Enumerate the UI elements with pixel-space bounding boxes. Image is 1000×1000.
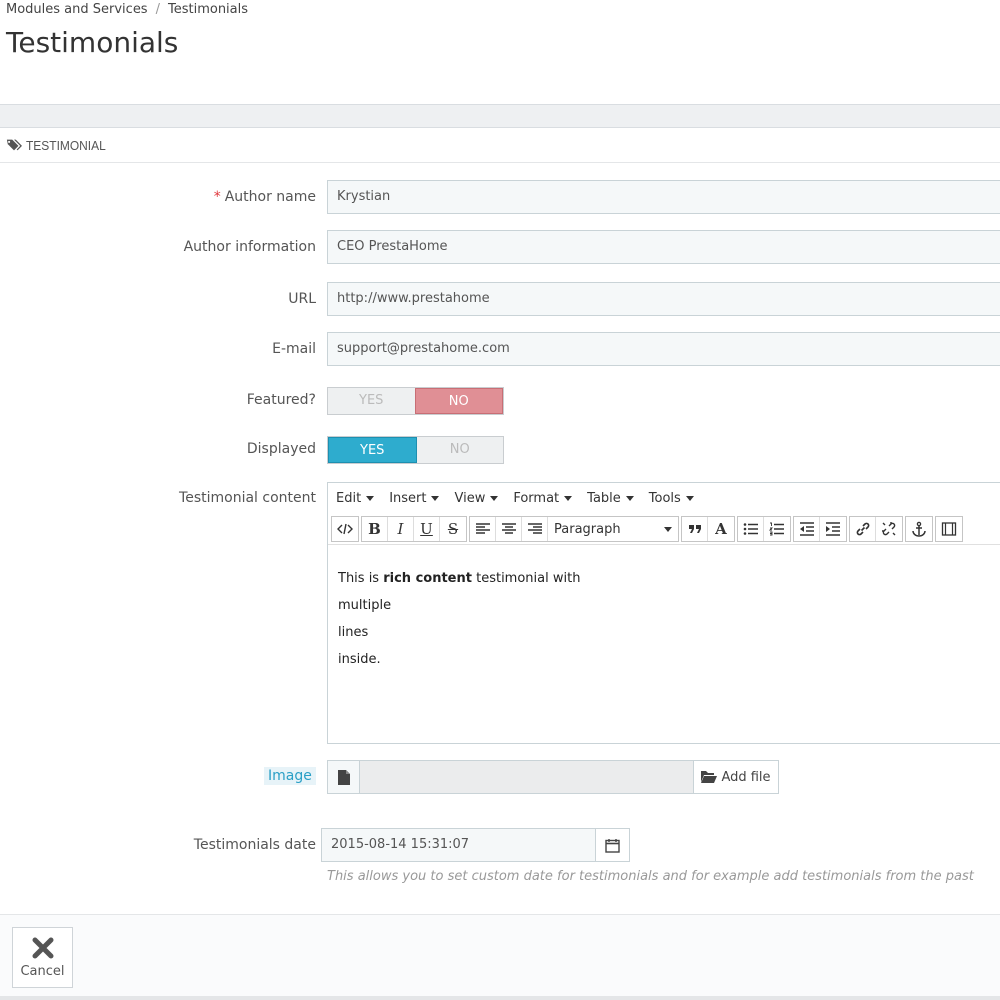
displayed-switch[interactable]: YES NO xyxy=(327,436,504,464)
underline-icon[interactable]: U xyxy=(414,517,440,541)
unlink-icon[interactable] xyxy=(876,517,902,541)
displayed-no-option[interactable]: NO xyxy=(417,437,504,463)
blockquote-icon[interactable] xyxy=(682,517,708,541)
image-file-input: Add file xyxy=(327,760,779,794)
featured-label: Featured? xyxy=(246,392,316,408)
caret-down-icon xyxy=(564,496,573,501)
panel-heading: TESTIMONIAL xyxy=(0,128,1000,163)
caret-down-icon xyxy=(490,496,499,501)
author-name-label: * Author name xyxy=(213,189,316,205)
featured-no-option[interactable]: NO xyxy=(414,388,503,414)
image-label: Image xyxy=(264,767,316,785)
caret-down-icon xyxy=(664,526,672,532)
close-icon xyxy=(32,937,53,959)
caret-down-icon xyxy=(625,496,634,501)
text-color-icon[interactable]: A xyxy=(708,517,734,541)
featured-switch[interactable]: YES NO xyxy=(327,387,504,415)
toolbar-band xyxy=(0,104,1000,128)
file-name-field[interactable] xyxy=(360,760,693,794)
breadcrumb-separator: / xyxy=(155,2,160,17)
media-icon[interactable] xyxy=(936,517,962,541)
breadcrumb-current[interactable]: Testimonials xyxy=(168,2,248,17)
footer-bar xyxy=(0,996,1000,1000)
displayed-label: Displayed xyxy=(246,441,316,457)
editor-menubar: Edit Insert View Format Table Tools xyxy=(328,483,1000,514)
menu-view[interactable]: View xyxy=(454,491,499,506)
editor-content[interactable]: This is rich content testimonial with mu… xyxy=(328,545,1000,693)
content-label: Testimonial content xyxy=(179,490,316,506)
file-icon-box xyxy=(327,760,360,794)
menu-format[interactable]: Format xyxy=(513,491,573,506)
italic-icon[interactable]: I xyxy=(388,517,414,541)
date-label: Testimonials date xyxy=(193,837,316,853)
indent-icon[interactable] xyxy=(820,517,846,541)
menu-edit[interactable]: Edit xyxy=(336,491,375,506)
email-input[interactable]: support@prestahome.com xyxy=(327,332,1000,366)
calendar-icon xyxy=(605,838,620,853)
content-line: inside. xyxy=(338,652,381,667)
menu-tools[interactable]: Tools xyxy=(649,491,694,506)
file-icon xyxy=(337,769,350,785)
link-icon[interactable] xyxy=(850,517,876,541)
featured-yes-option[interactable]: YES xyxy=(328,388,415,414)
rich-text-editor: Edit Insert View Format Table Tools B I … xyxy=(327,482,1000,744)
editor-toolbar: B I U S Paragraph A xyxy=(328,514,1000,545)
menu-insert[interactable]: Insert xyxy=(389,491,440,506)
bold-text: rich content xyxy=(383,571,472,586)
content-line: This is rich content testimonial with xyxy=(338,571,581,586)
content-line: lines xyxy=(338,625,369,640)
outdent-icon[interactable] xyxy=(794,517,820,541)
anchor-icon[interactable] xyxy=(906,517,932,541)
date-input-group: 2015-08-14 15:31:07 xyxy=(321,828,630,862)
bold-icon[interactable]: B xyxy=(362,517,388,541)
add-file-button[interactable]: Add file xyxy=(693,760,779,794)
numbered-list-icon[interactable] xyxy=(764,517,790,541)
content-line: multiple xyxy=(338,598,392,613)
align-right-icon[interactable] xyxy=(522,517,548,541)
align-left-icon[interactable] xyxy=(470,517,496,541)
folder-open-icon xyxy=(701,771,718,783)
author-info-input[interactable]: CEO PrestaHome xyxy=(327,230,1000,264)
panel-title: TESTIMONIAL xyxy=(26,137,106,153)
author-name-input[interactable]: Krystian xyxy=(327,180,1000,214)
page-title: Testimonials xyxy=(6,26,179,59)
date-input[interactable]: 2015-08-14 15:31:07 xyxy=(321,828,596,862)
source-code-icon[interactable] xyxy=(332,517,358,541)
required-mark: * xyxy=(213,189,221,205)
author-info-label: Author information xyxy=(183,239,316,255)
breadcrumb: Modules and Services / Testimonials xyxy=(6,2,248,17)
paragraph-format-select[interactable]: Paragraph xyxy=(548,517,678,541)
displayed-yes-option[interactable]: YES xyxy=(328,437,417,463)
tags-icon xyxy=(6,139,22,151)
cancel-button[interactable]: Cancel xyxy=(12,927,73,988)
align-center-icon[interactable] xyxy=(496,517,522,541)
form-footer: Cancel xyxy=(0,914,1000,1000)
caret-down-icon xyxy=(431,496,440,501)
caret-down-icon xyxy=(685,496,694,501)
url-input[interactable]: http://www.prestahome xyxy=(327,282,1000,316)
menu-table[interactable]: Table xyxy=(587,491,634,506)
bullet-list-icon[interactable] xyxy=(738,517,764,541)
strikethrough-icon[interactable]: S xyxy=(440,517,466,541)
date-help-text: This allows you to set custom date for t… xyxy=(327,869,974,884)
calendar-button[interactable] xyxy=(596,828,630,862)
email-label: E-mail xyxy=(272,341,316,357)
url-label: URL xyxy=(288,291,316,307)
breadcrumb-parent[interactable]: Modules and Services xyxy=(6,2,148,17)
caret-down-icon xyxy=(366,496,375,501)
